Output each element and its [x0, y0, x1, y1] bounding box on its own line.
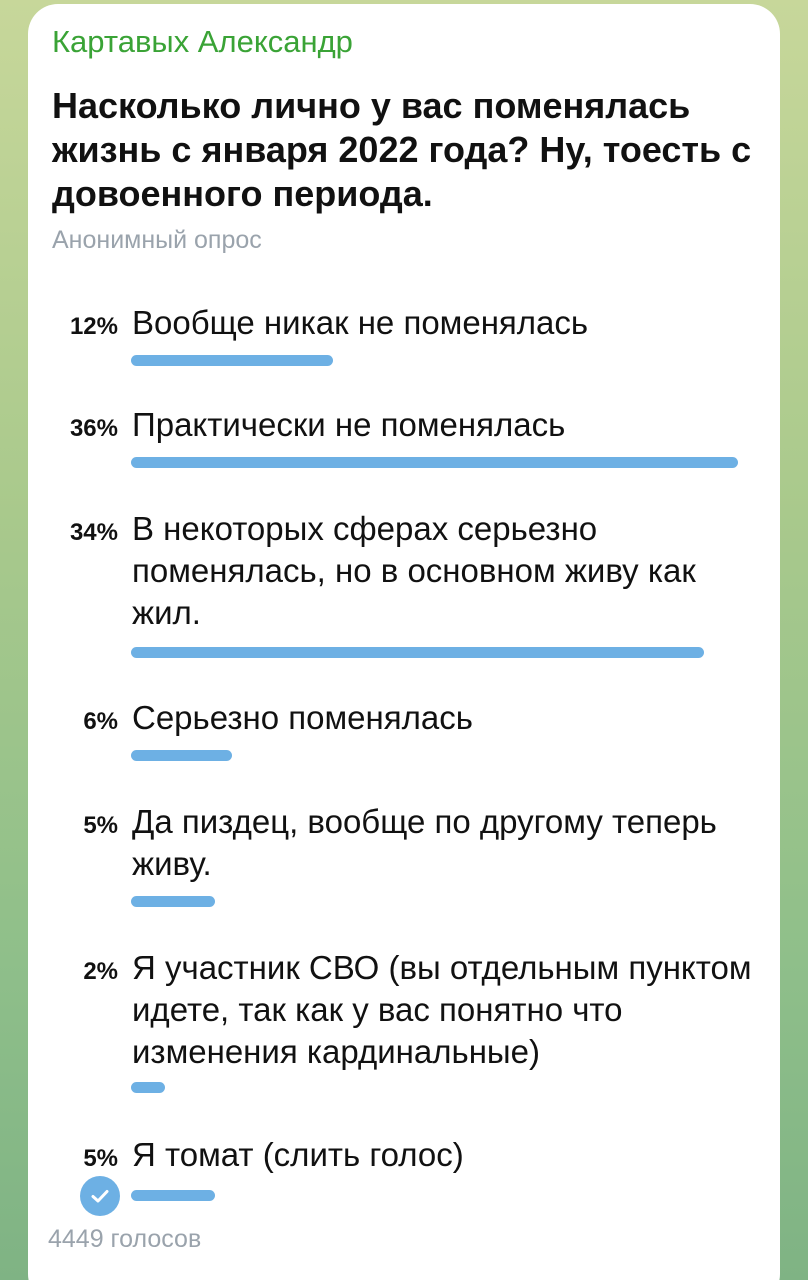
option-text: Я томат (слить голос): [132, 1136, 464, 1173]
option-text: Я участник СВО (вы отдельным пунктом иде…: [132, 949, 752, 1070]
result-bar: [131, 750, 232, 761]
message-author[interactable]: Картавых Александр: [52, 24, 353, 60]
option-text: Вообще никак не поменялась: [132, 304, 589, 341]
option-text: Серьезно поменялась: [132, 699, 473, 736]
option-percent: 5%: [83, 812, 118, 839]
option-percent: 5%: [83, 1145, 118, 1172]
result-bar: [131, 1190, 215, 1201]
result-bar: [131, 1082, 165, 1093]
option-percent: 36%: [69, 415, 118, 442]
result-bar: [131, 457, 738, 468]
result-bar: [131, 896, 215, 907]
poll-question: Насколько лично у вас поменялась жизнь с…: [52, 85, 752, 214]
option-percent: 6%: [83, 708, 118, 735]
option-text: Да пиздец, вообще по другому теперь живу…: [132, 803, 717, 882]
poll-type-label: Анонимный опрос: [52, 226, 262, 254]
option-text: В некоторых сферах серьезно поменялась, …: [132, 510, 696, 631]
option-percent: 2%: [83, 958, 118, 985]
result-bar: [131, 647, 704, 658]
result-bar: [131, 355, 333, 366]
option-percent: 12%: [69, 313, 118, 340]
total-votes[interactable]: 4449 голосов: [48, 1225, 201, 1254]
option-percent: 34%: [69, 519, 118, 546]
check-circle-icon: [80, 1176, 120, 1216]
option-text: Практически не поменялась: [132, 406, 566, 443]
message-bubble: Картавых Александр Насколько лично у вас…: [28, 4, 780, 1280]
